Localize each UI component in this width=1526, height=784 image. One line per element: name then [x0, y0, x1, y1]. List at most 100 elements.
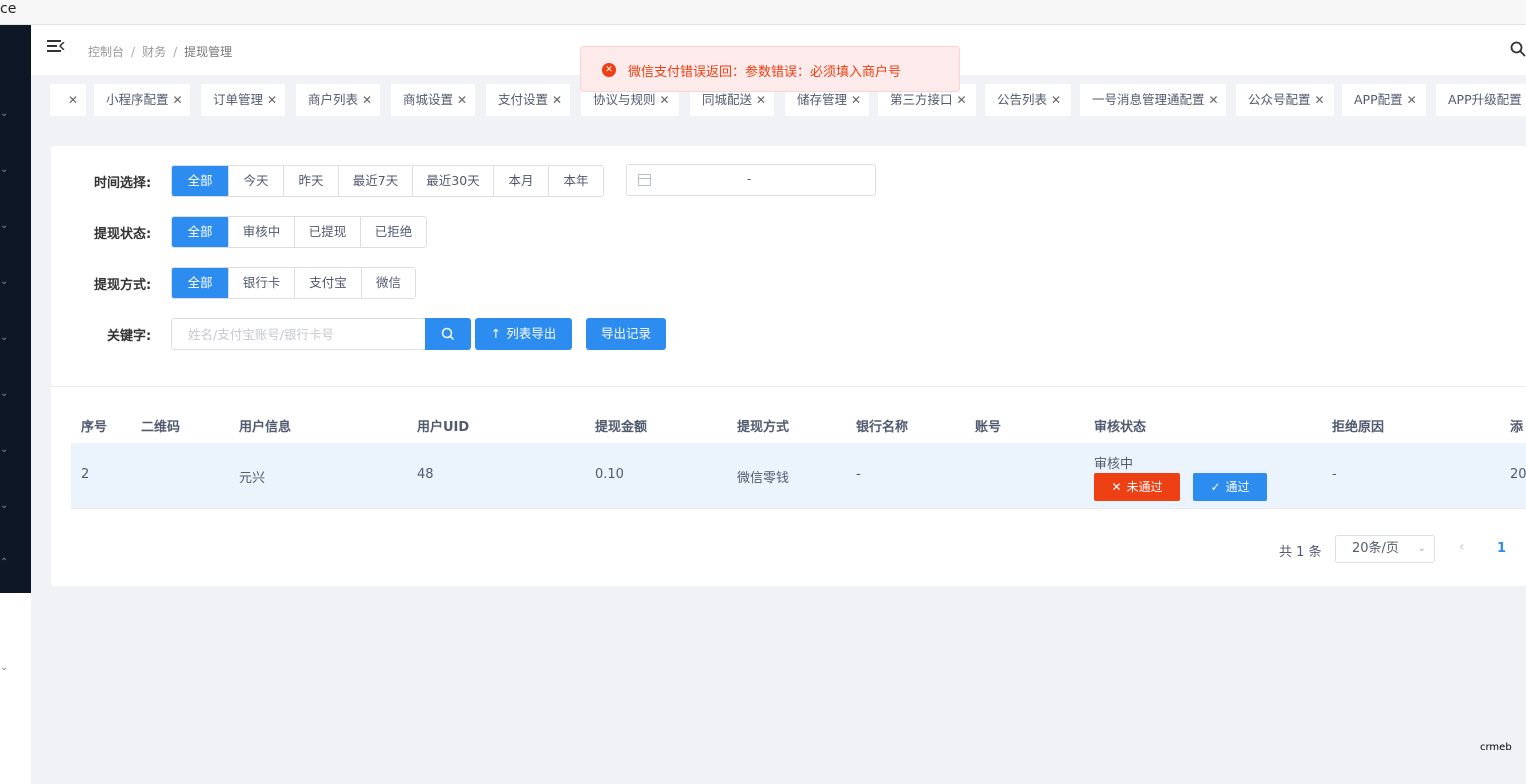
- divider: [51, 386, 1526, 387]
- method-filter-label: 提现方式:: [94, 278, 152, 293]
- breadcrumb-item[interactable]: 财务: [142, 45, 166, 59]
- close-icon[interactable]: ✕: [756, 93, 766, 107]
- keyword-label: 关键字:: [107, 329, 152, 344]
- search-button[interactable]: [425, 318, 471, 350]
- cell-bank: -: [856, 467, 861, 482]
- method-filter-group: 全部 银行卡 支付宝 微信: [171, 267, 416, 299]
- col-header-uid: 用户UID: [417, 420, 470, 435]
- cell-uid: 48: [417, 467, 434, 482]
- tab-item[interactable]: 订单管理 ✕: [201, 84, 285, 116]
- col-header-qrcode: 二维码: [141, 420, 181, 435]
- export-list-button[interactable]: ↑ 列表导出: [475, 318, 572, 350]
- tab-item[interactable]: APP升级配置: [1436, 84, 1526, 116]
- sidebar-chevron-up-icon[interactable]: ⌃: [0, 558, 10, 568]
- time-option-today[interactable]: 今天: [228, 166, 283, 196]
- close-icon[interactable]: ✕: [1051, 93, 1061, 107]
- tab-close-all[interactable]: ✕: [50, 84, 86, 116]
- page-number-current[interactable]: 1: [1497, 541, 1506, 556]
- close-icon[interactable]: ✕: [957, 93, 967, 107]
- time-option-7days[interactable]: 最近7天: [338, 166, 412, 196]
- sidebar-chevron-down-icon[interactable]: ⌄: [0, 109, 10, 119]
- tab-item[interactable]: 商户列表 ✕: [296, 84, 380, 116]
- tab-item[interactable]: 公众号配置 ✕: [1236, 84, 1334, 116]
- method-option-bankcard[interactable]: 银行卡: [228, 268, 294, 298]
- keyword-search-input[interactable]: [171, 318, 426, 350]
- search-icon: [441, 327, 455, 341]
- sidebar-chevron-down-icon[interactable]: ⌄: [0, 221, 10, 231]
- cell-added: 20: [1510, 467, 1526, 482]
- col-header-method: 提现方式: [737, 420, 790, 435]
- status-option-reviewing[interactable]: 审核中: [228, 217, 294, 247]
- sidebar-chevron-down-icon[interactable]: ⌄: [0, 501, 10, 511]
- close-icon[interactable]: ✕: [1209, 93, 1219, 107]
- window-title-strip: ce: [0, 0, 1526, 25]
- pagination-total: 共 1 条: [1279, 545, 1322, 560]
- method-option-alipay[interactable]: 支付宝: [294, 268, 361, 298]
- status-option-all[interactable]: 全部: [172, 217, 228, 247]
- status-option-withdrawn[interactable]: 已提现: [294, 217, 360, 247]
- breadcrumb: 控制台 / 财务 / 提现管理: [88, 45, 233, 59]
- watermark-logo: crmeb: [1480, 742, 1512, 753]
- method-option-wechat[interactable]: 微信: [361, 268, 415, 298]
- col-header-added: 添: [1510, 420, 1524, 435]
- cell-index: 2: [81, 467, 90, 482]
- time-option-month[interactable]: 本月: [493, 166, 548, 196]
- close-icon[interactable]: ✕: [1315, 93, 1325, 107]
- time-option-yesterday[interactable]: 昨天: [283, 166, 338, 196]
- tab-item[interactable]: 商城设置 ✕: [391, 84, 475, 116]
- time-option-all[interactable]: 全部: [172, 166, 228, 196]
- col-header-reject-reason: 拒绝原因: [1332, 420, 1385, 435]
- time-option-30days[interactable]: 最近30天: [412, 166, 493, 196]
- tab-item[interactable]: 支付设置 ✕: [486, 84, 570, 116]
- close-icon[interactable]: ✕: [173, 93, 183, 107]
- close-icon[interactable]: ✕: [660, 93, 670, 107]
- reject-button[interactable]: ✕ 未通过: [1094, 473, 1180, 501]
- close-icon[interactable]: ✕: [552, 93, 562, 107]
- calendar-icon: [638, 174, 651, 186]
- time-option-year[interactable]: 本年: [548, 166, 603, 196]
- tab-item[interactable]: 小程序配置 ✕: [94, 84, 190, 116]
- prev-page-icon[interactable]: ‹: [1459, 539, 1465, 555]
- close-icon[interactable]: ✕: [68, 93, 78, 107]
- tab-item[interactable]: 一号消息管理通配置 ✕: [1080, 84, 1226, 116]
- chevron-down-icon: ⌄: [1417, 543, 1426, 554]
- col-header-amount: 提现金额: [595, 420, 648, 435]
- error-icon: ✕: [602, 63, 616, 77]
- col-header-user-info: 用户信息: [239, 420, 292, 435]
- tab-item[interactable]: 公告列表 ✕: [985, 84, 1071, 116]
- sidebar-chevron-down-icon[interactable]: ⌄: [0, 165, 10, 175]
- tab-item[interactable]: APP配置 ✕: [1342, 84, 1426, 116]
- date-range-picker[interactable]: -: [626, 164, 876, 196]
- export-records-button[interactable]: 导出记录: [586, 318, 666, 350]
- sidebar-chevron-down-icon[interactable]: ⌄: [0, 445, 10, 455]
- breadcrumb-item[interactable]: 控制台: [88, 45, 124, 59]
- upload-arrow-icon: ↑: [490, 326, 502, 341]
- method-option-all[interactable]: 全部: [172, 268, 228, 298]
- sidebar-chevron-down-icon[interactable]: ⌄: [0, 333, 10, 343]
- sidebar-chevron-down-icon[interactable]: ⌄: [0, 663, 10, 673]
- menu-collapse-icon[interactable]: [47, 40, 65, 56]
- status-filter-group: 全部 审核中 已提现 已拒绝: [171, 216, 427, 248]
- breadcrumb-current: 提现管理: [184, 45, 233, 59]
- sidebar-chevron-down-icon[interactable]: ⌄: [0, 277, 10, 287]
- cell-amount: 0.10: [595, 467, 624, 482]
- close-icon[interactable]: ✕: [362, 93, 372, 107]
- status-option-rejected[interactable]: 已拒绝: [360, 217, 426, 247]
- col-header-index: 序号: [81, 420, 108, 435]
- table-row: [71, 443, 1526, 509]
- col-header-bank: 银行名称: [856, 420, 909, 435]
- cell-method: 微信零钱: [737, 471, 790, 486]
- close-icon[interactable]: ✕: [851, 93, 861, 107]
- close-icon[interactable]: ✕: [457, 93, 467, 107]
- date-range-separator: -: [747, 172, 752, 186]
- approve-button[interactable]: ✓ 通过: [1193, 473, 1267, 501]
- page-size-select[interactable]: 20条/页 ⌄: [1335, 535, 1435, 563]
- status-filter-label: 提现状态:: [94, 227, 152, 242]
- cell-status: 审核中: [1094, 457, 1134, 472]
- close-icon[interactable]: ✕: [267, 93, 277, 107]
- window-title: ce: [0, 1, 17, 17]
- time-filter-label: 时间选择:: [94, 176, 152, 191]
- search-icon[interactable]: [1510, 41, 1526, 57]
- sidebar-chevron-down-icon[interactable]: ⌄: [0, 389, 10, 399]
- close-icon[interactable]: ✕: [1407, 93, 1417, 107]
